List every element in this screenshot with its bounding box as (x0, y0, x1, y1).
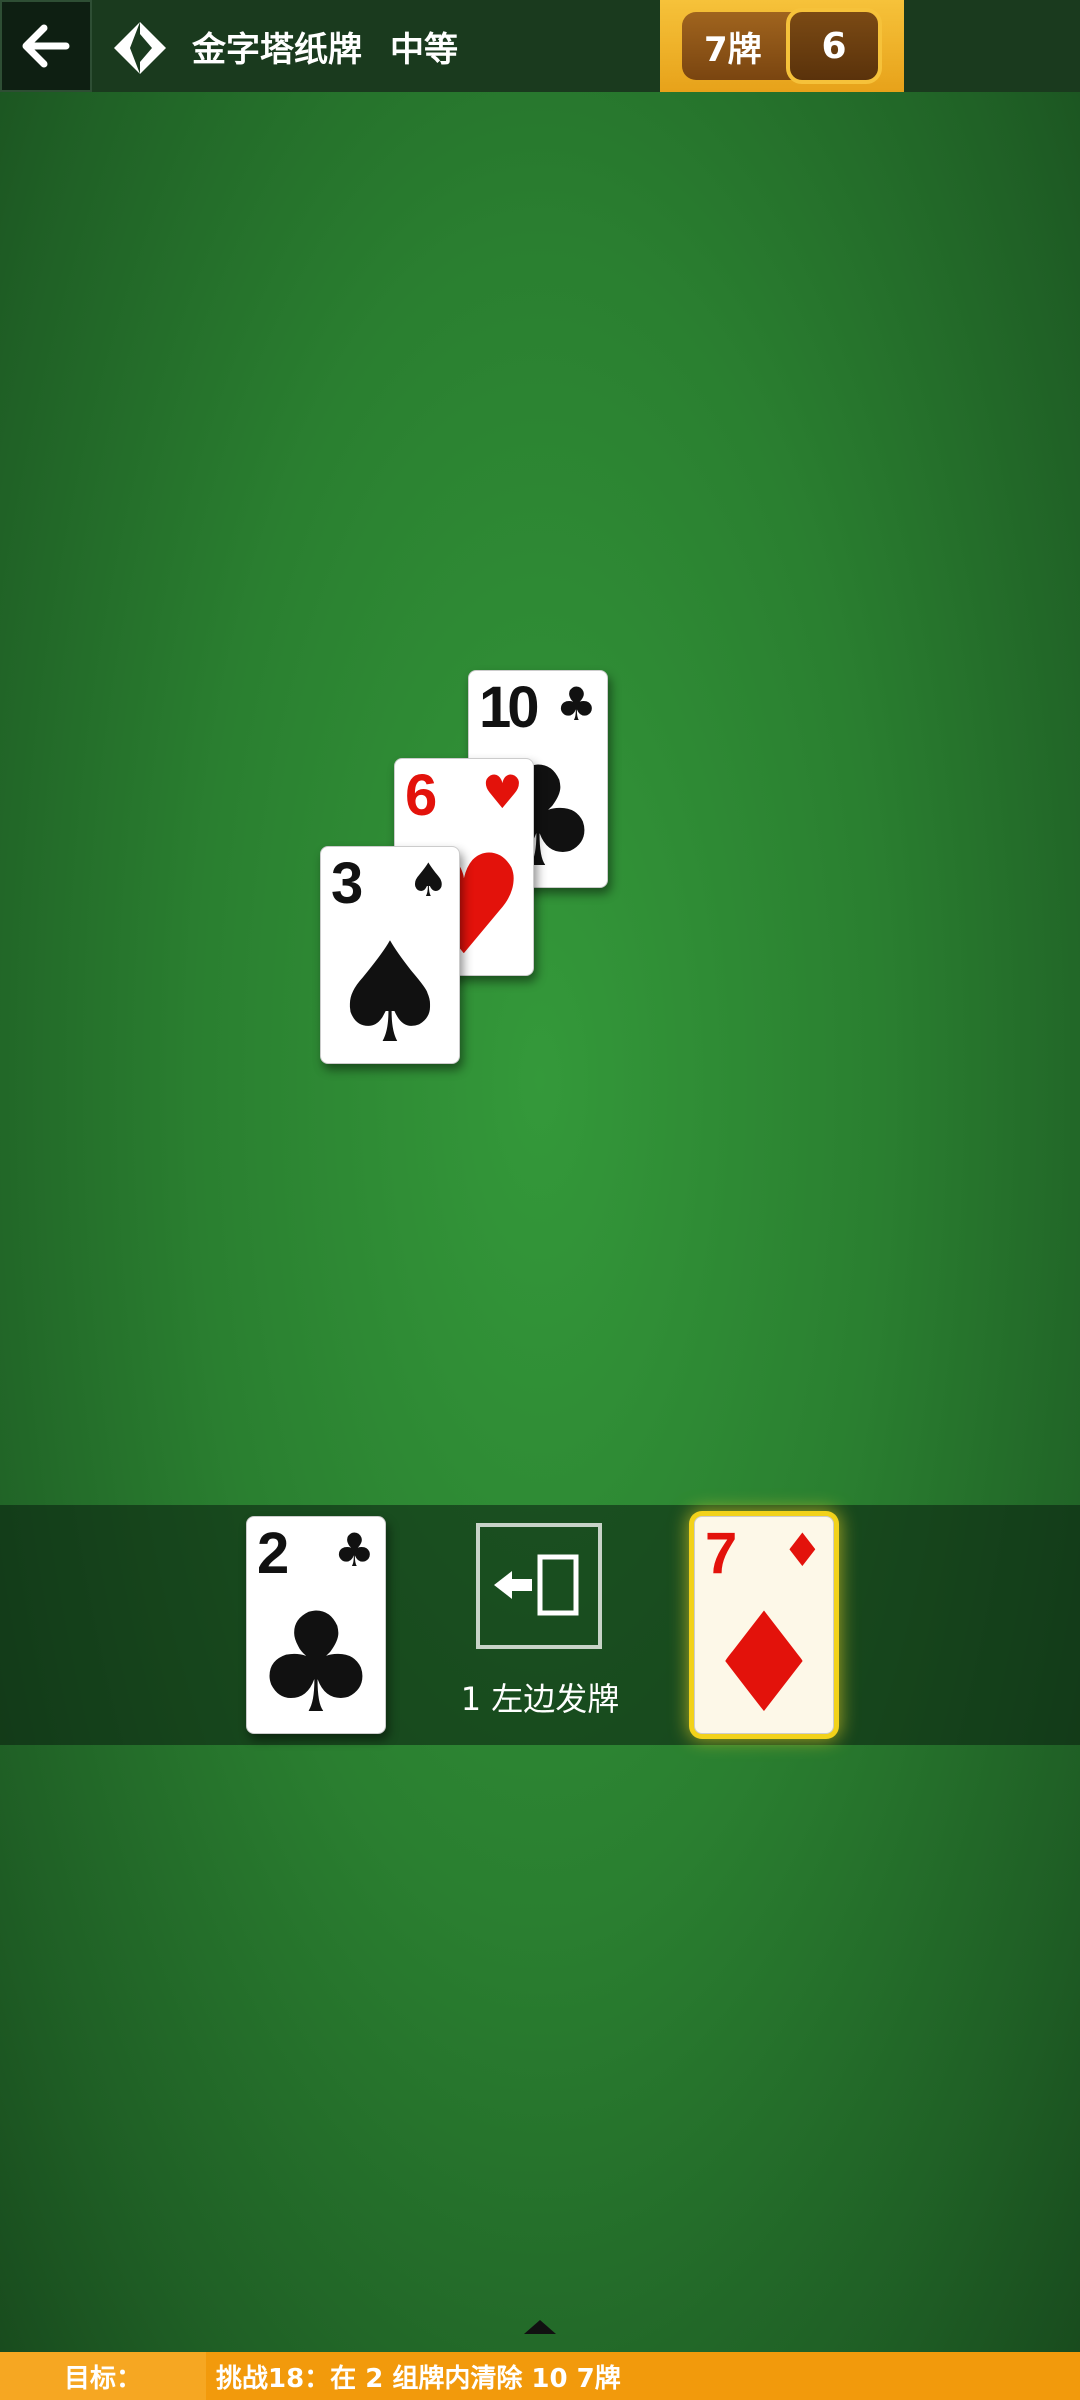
clubs-icon: ♣ (555, 677, 597, 731)
difficulty-text: 中等 (390, 30, 458, 70)
goal-bar: 目标： 挑战18：在 2 组牌内清除 10 7牌 (0, 2352, 1080, 2400)
card-rank: 2 (257, 1521, 289, 1586)
deal-count-label: 1 左边发牌 (460, 1680, 620, 1718)
spades-icon: ♠ (407, 853, 449, 907)
goal-text: 挑战18：在 2 组牌内清除 10 7牌 (216, 2363, 621, 2394)
score-box: 7牌 6 (660, 0, 904, 92)
clubs-icon: ♣ (254, 1583, 378, 1734)
pyramid-card-3-spades[interactable]: 3 ♠ ♠ (320, 846, 460, 1064)
clubs-icon: ♣ (333, 1523, 375, 1577)
stock-card-2-clubs[interactable]: 2 ♣ ♣ (246, 1516, 386, 1734)
diamonds-icon: ♦ (702, 1583, 826, 1734)
caret-up-icon[interactable] (524, 2320, 556, 2334)
card-rank: 6 (405, 763, 437, 828)
top-bar: 金字塔纸牌 中等 7牌 6 (0, 0, 1080, 92)
score-value: 6 (786, 8, 882, 84)
back-button[interactable] (0, 0, 92, 92)
deal-button[interactable] (476, 1523, 602, 1649)
arrow-left-icon (22, 24, 70, 68)
card-rank: 3 (331, 851, 363, 916)
goal-label: 目标： (0, 2352, 206, 2400)
deal-left-icon (494, 1554, 579, 1616)
game-title: 金字塔纸牌 中等 (192, 22, 458, 71)
waste-card-7-diamonds[interactable]: 7 ♦ ♦ (694, 1516, 834, 1734)
diamonds-icon: ♦ (781, 1523, 823, 1577)
title-text: 金字塔纸牌 (192, 30, 362, 70)
pyramid-icon (114, 22, 166, 74)
spades-icon: ♠ (328, 913, 452, 1064)
card-rank: 7 (705, 1521, 737, 1586)
hearts-icon: ♥ (481, 765, 523, 819)
card-rank: 10 (479, 675, 539, 740)
